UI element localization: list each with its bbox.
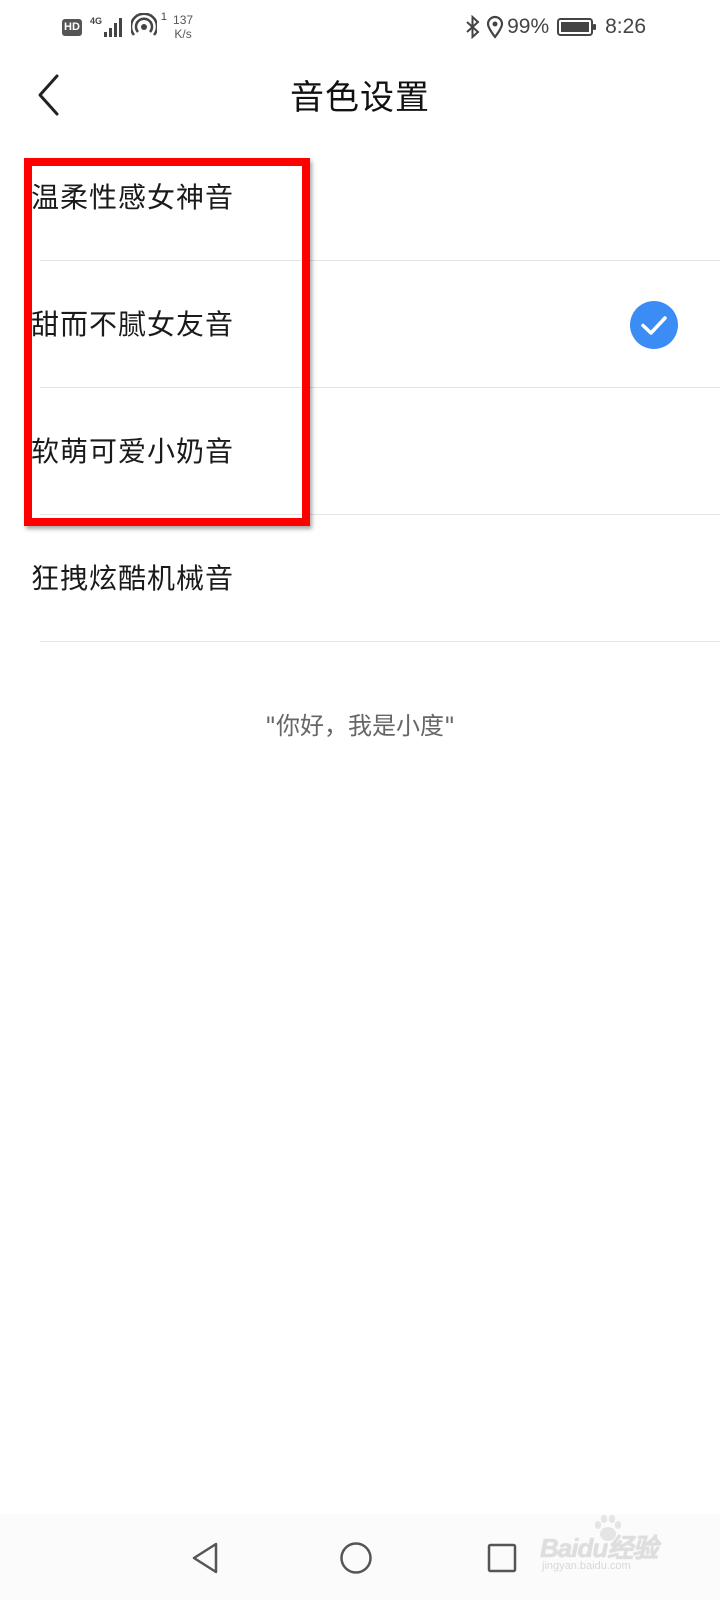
nav-back-button[interactable] xyxy=(184,1536,228,1580)
voice-option-label: 狂拽炫酷机械音 xyxy=(31,562,235,595)
status-left: HD 4G 1 137 K/s xyxy=(62,10,193,44)
status-right: 99% 8:26 xyxy=(465,10,646,44)
network-speed: 137 K/s xyxy=(173,13,193,41)
signal-icon xyxy=(104,18,123,37)
voice-option[interactable]: 软萌可爱小奶音 xyxy=(0,388,720,515)
speed-value: 137 xyxy=(173,13,194,27)
nav-recent-icon xyxy=(487,1543,517,1573)
hd-badge: HD xyxy=(62,18,82,36)
clock: 8:26 xyxy=(605,15,646,38)
voice-option[interactable]: 温柔性感女神音 xyxy=(0,134,720,261)
checkmark-icon xyxy=(630,301,678,349)
voice-option-label: 甜而不腻女友音 xyxy=(31,308,235,341)
voice-list: 温柔性感女神音 甜而不腻女友音 软萌可爱小奶音 狂拽炫酷机械音 xyxy=(0,134,720,642)
page-title: 音色设置 xyxy=(290,78,430,118)
voice-option[interactable]: 狂拽炫酷机械音 xyxy=(0,515,720,642)
battery-icon xyxy=(557,18,597,36)
hotspot-icon xyxy=(129,12,159,36)
baidu-watermark: Baidu经验 jingyan.baidu.com xyxy=(540,1514,670,1580)
hotspot-indicator: 1 xyxy=(129,11,167,41)
battery-percent: 99% xyxy=(507,15,550,38)
watermark-site: jingyan.baidu.com xyxy=(542,1560,631,1572)
voice-option-label: 温柔性感女神音 xyxy=(31,181,235,214)
voice-option-selected[interactable]: 甜而不腻女友音 xyxy=(0,261,720,388)
navigation-bar: Baidu经验 jingyan.baidu.com xyxy=(0,1514,720,1600)
nav-back-icon xyxy=(192,1542,218,1574)
status-bar: HD 4G 1 137 K/s 99% 8:26 xyxy=(0,0,720,54)
speed-unit: K/s xyxy=(174,27,192,41)
network-type: 4G xyxy=(90,16,103,26)
nav-recent-button[interactable] xyxy=(480,1536,524,1580)
voice-preview-text: "你好，我是小度" xyxy=(264,712,456,740)
location-icon xyxy=(486,15,504,39)
hotspot-count: 1 xyxy=(160,11,168,23)
nav-home-icon xyxy=(340,1542,372,1574)
divider xyxy=(40,641,720,642)
bluetooth-icon xyxy=(466,15,480,39)
voice-option-label: 软萌可爱小奶音 xyxy=(31,435,235,468)
nav-home-button[interactable] xyxy=(334,1536,378,1580)
header: 音色设置 xyxy=(0,54,720,134)
